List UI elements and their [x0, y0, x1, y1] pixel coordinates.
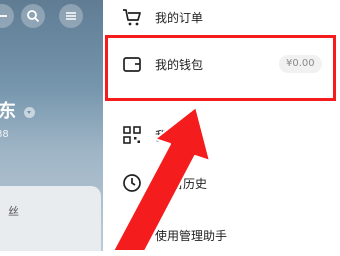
annotation-arrow [112, 106, 211, 251]
